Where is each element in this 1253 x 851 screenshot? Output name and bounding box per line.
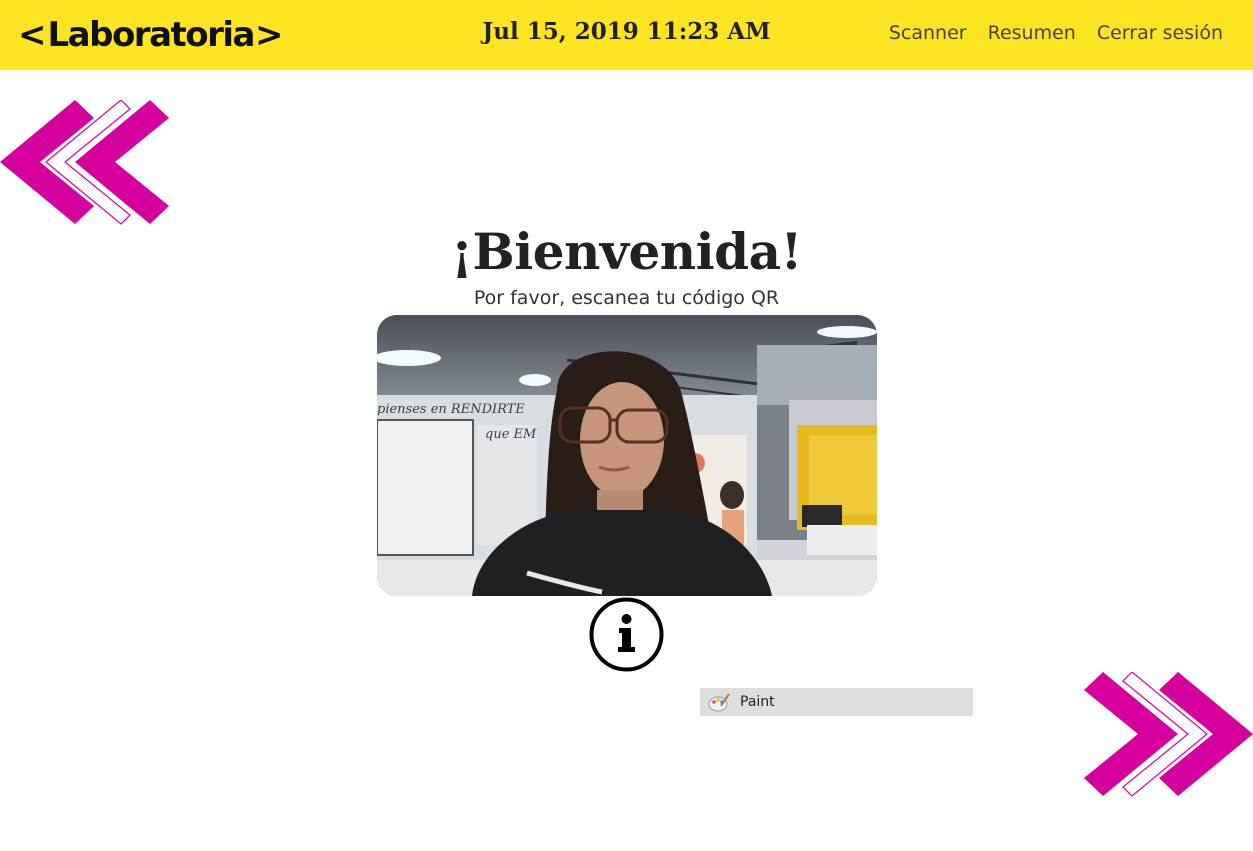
top-navbar: < Laboratoria > Jul 15, 2019 11:23 AM Sc… (0, 0, 1253, 70)
nav-scanner[interactable]: Scanner (889, 22, 967, 44)
paint-icon (708, 691, 730, 713)
nav-cerrar-sesion[interactable]: Cerrar sesión (1097, 22, 1223, 44)
taskbar-item-label: Paint (740, 694, 775, 710)
wall-text-1: pienses en RENDIRTE (377, 402, 525, 417)
chevrons-left-icon (0, 99, 170, 230)
main-nav: Scanner Resumen Cerrar sesión (889, 22, 1223, 44)
scan-instruction: Por favor, escanea tu código QR (473, 287, 780, 309)
taskbar-item-paint[interactable]: Paint (700, 688, 973, 716)
welcome-title: ¡Bienvenida! (451, 222, 802, 281)
webcam-video-feed: pienses en RENDIRTE que EM (377, 315, 877, 596)
wall-text-2: que EM (485, 427, 537, 442)
info-icon[interactable] (589, 597, 664, 672)
nav-resumen[interactable]: Resumen (988, 22, 1076, 44)
chevrons-right-icon (1084, 671, 1253, 802)
